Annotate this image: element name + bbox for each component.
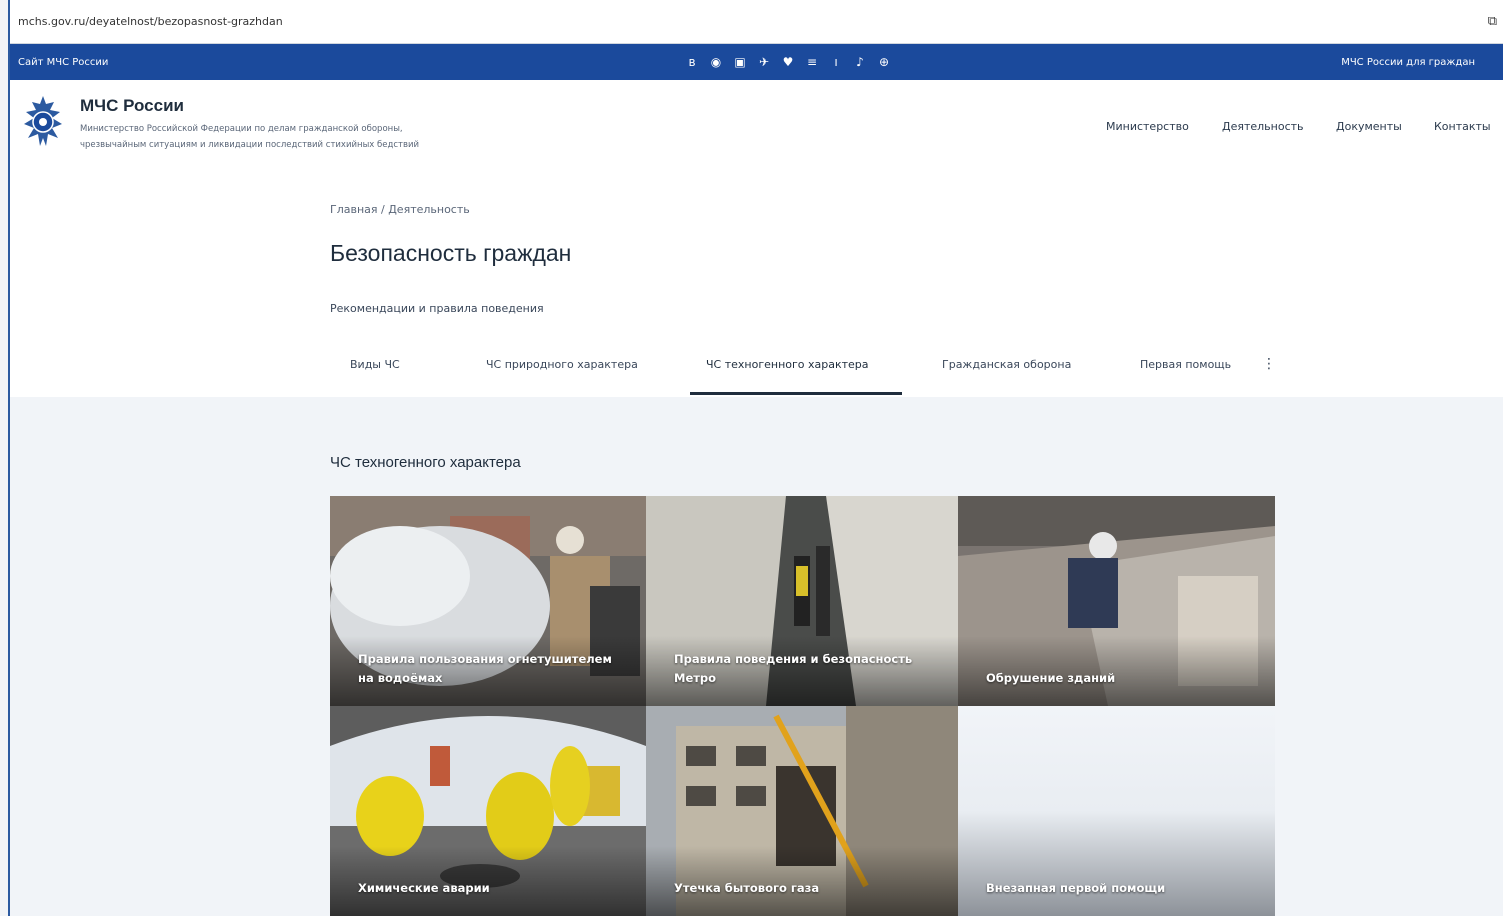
card-caption: Обрушение зданий [986, 671, 1116, 685]
dzen-icon[interactable]: ≡ [806, 55, 818, 69]
active-tab-indicator [690, 392, 902, 395]
tab-natural[interactable]: ЧС природного характера [486, 358, 638, 371]
tab-first-aid[interactable]: Первая помощь [1140, 358, 1231, 371]
topbar-left-link[interactable]: Сайт МЧС России [18, 57, 108, 68]
card-gas-leak[interactable]: Утечка бытового газа [646, 706, 958, 916]
topbar-right-link[interactable]: МЧС России для граждан [1341, 57, 1475, 68]
vk-icon[interactable]: в [686, 55, 698, 69]
site-subtitle-line2: чрезвычайным ситуациям и ликвидации посл… [80, 140, 420, 150]
nav-item-contacts[interactable]: Контакты [1434, 120, 1491, 133]
nav-item-ministry[interactable]: Министерство [1106, 120, 1189, 133]
nav-item-activity[interactable]: Деятельность [1222, 120, 1304, 133]
address-bar[interactable]: mchs.gov.ru/deyatelnost/bezopasnost-graz… [10, 0, 1503, 44]
breadcrumb[interactable]: Главная / Деятельность [330, 203, 470, 216]
site-header: МЧС России Министерство Российской Федер… [10, 80, 1503, 175]
card-collapse[interactable]: Обрушение зданий [958, 496, 1275, 706]
card-caption: Правила поведения и безопасность Метро [674, 652, 913, 685]
livejournal-icon[interactable]: ı [830, 55, 842, 69]
url-text[interactable]: mchs.gov.ru/deyatelnost/bezopasnost-graz… [18, 15, 283, 28]
card-first-aid[interactable]: Внезапная первой помощи [958, 706, 1275, 916]
card-chemical[interactable]: Химические аварии [330, 706, 646, 916]
more-tabs-icon[interactable]: ⋮ [1262, 356, 1276, 372]
page-subtitle: Рекомендации и правила поведения [330, 302, 544, 315]
card-caption: Внезапная первой помощи [986, 881, 1166, 895]
ok-icon[interactable]: ◉ [710, 55, 722, 69]
card-metro[interactable]: Правила поведения и безопасность Метро [646, 496, 958, 706]
puzzle-icon[interactable]: ⧉ [1488, 14, 1497, 29]
card-caption: Химические аварии [358, 881, 490, 895]
tab-technogenic[interactable]: ЧС техногенного характера [706, 358, 869, 371]
section-title: ЧС техногенного характера [330, 454, 521, 471]
tiktok-icon[interactable]: ♪ [854, 55, 866, 69]
telegram-icon[interactable]: ✈ [758, 55, 770, 69]
page-title: Безопасность граждан [330, 240, 572, 266]
emblem-icon[interactable] [16, 92, 70, 154]
window-frame [0, 0, 10, 916]
tab-civil-defense[interactable]: Гражданская оборона [942, 358, 1071, 371]
top-bar: Сайт МЧС России в ◉ ▣ ✈ ♥ ≡ ı ♪ ⊕ МЧС Ро… [10, 44, 1503, 80]
rutube-icon[interactable]: ♥ [782, 55, 794, 69]
tab-types[interactable]: Виды ЧС [350, 358, 400, 371]
yappy-icon[interactable]: ⊕ [878, 55, 890, 69]
social-links: в ◉ ▣ ✈ ♥ ≡ ı ♪ ⊕ [686, 55, 890, 69]
site-subtitle-line1: Министерство Российской Федерации по дел… [80, 124, 403, 134]
site-title[interactable]: МЧС России [80, 96, 184, 116]
card-caption: Утечка бытового газа [674, 881, 820, 895]
nav-item-documents[interactable]: Документы [1336, 120, 1402, 133]
card-extinguisher[interactable]: Правила пользования огнетушителем на вод… [330, 496, 646, 706]
youtube-icon[interactable]: ▣ [734, 55, 746, 69]
card-caption: Правила пользования огнетушителем на вод… [358, 652, 612, 685]
category-tabs: Виды ЧС ЧС природного характера ЧС техно… [330, 340, 1290, 396]
